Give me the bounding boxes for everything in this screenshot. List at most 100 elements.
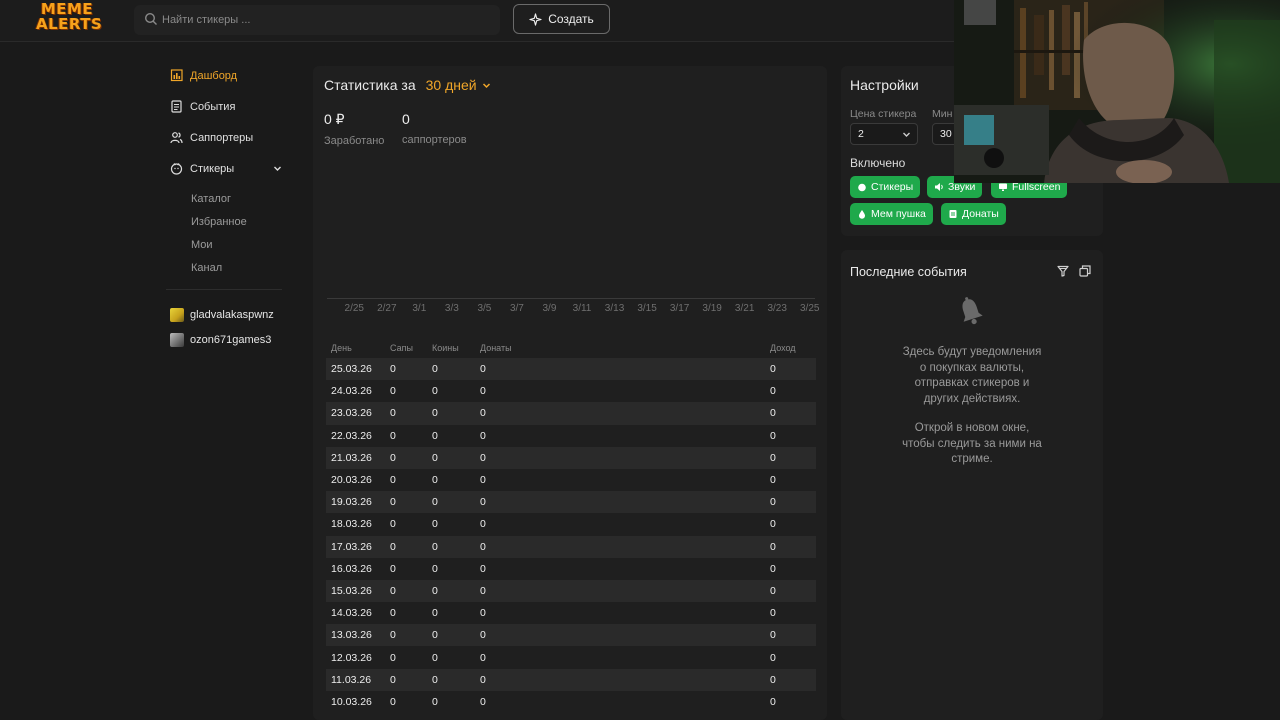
cell-income: 0: [770, 407, 776, 420]
statistics-card: Статистика за 30 дней 0 ₽ Заработано 0 с…: [313, 66, 827, 720]
earned-kpi: 0 ₽ Заработано: [324, 111, 384, 147]
sticker-icon: [858, 183, 866, 192]
cell-day: 14.03.26: [331, 607, 372, 620]
cell-saps: 0: [390, 695, 396, 708]
channel-item[interactable]: gladvalakaspwnz: [166, 302, 282, 327]
x-tick-label: 3/11: [572, 303, 592, 314]
cell-saps: 0: [390, 407, 396, 420]
create-button[interactable]: Создать: [513, 4, 610, 34]
col-coins: Коины: [432, 343, 459, 353]
cell-income: 0: [770, 496, 776, 509]
cell-income: 0: [770, 629, 776, 642]
toggle-stickers[interactable]: Стикеры: [850, 176, 921, 198]
table-row: 24.03.26 0 0 0 0: [326, 380, 816, 402]
hint-line: стриме.: [951, 453, 993, 465]
open-window-icon[interactable]: [1079, 265, 1091, 277]
cell-saps: 0: [390, 496, 396, 509]
empty-state-hint: Открой в новом окне, чтобы следить за ни…: [881, 421, 1063, 468]
search-input[interactable]: [162, 5, 492, 35]
sidebar-item-label: Саппортеры: [190, 131, 254, 144]
table-row: 19.03.26 0 0 0 0: [326, 491, 816, 514]
empty-line: Здесь будут уведомления: [902, 346, 1042, 358]
settings-title: Настройки: [850, 77, 919, 93]
table-row: 13.03.26 0 0 0 0: [326, 624, 816, 647]
cell-income: 0: [770, 518, 776, 531]
cell-income: 0: [770, 429, 776, 442]
cell-coins: 0: [432, 584, 438, 597]
sidebar-subitem-favorites[interactable]: Избранное: [166, 211, 282, 234]
toggle-meme-cannon[interactable]: Мем пушка: [850, 203, 933, 225]
x-tick-label: 3/21: [734, 303, 755, 314]
cell-day: 24.03.26: [331, 385, 372, 398]
empty-line: отправках стикеров и: [914, 377, 1030, 389]
webcam-overlay: [954, 0, 1280, 183]
cell-day: 11.03.26: [331, 673, 372, 686]
sidebar-item-supporters[interactable]: Саппортеры: [166, 122, 282, 153]
cell-coins: 0: [432, 451, 438, 464]
statistics-header: Статистика за 30 дней: [324, 77, 491, 93]
search-icon: [144, 12, 157, 25]
drop-icon: [859, 210, 865, 219]
cell-saps: 0: [390, 629, 396, 642]
meme-alerts-logo[interactable]: MEME ALERTS: [36, 2, 102, 36]
col-saps: Сапы: [390, 343, 413, 353]
table-row: 12.03.26 0 0 0 0: [326, 646, 816, 668]
x-tick-label: 2/25: [344, 303, 364, 314]
cell-donations: 0: [480, 407, 486, 420]
cell-income: 0: [770, 695, 776, 708]
sidebar-item-label: Дашборд: [190, 69, 238, 82]
cell-donations: 0: [480, 673, 486, 686]
cell-day: 20.03.26: [331, 474, 372, 487]
sidebar-subitem-catalog[interactable]: Каталог: [166, 188, 282, 211]
cell-donations: 0: [480, 540, 486, 553]
sidebar-item-dashboard[interactable]: Дашборд: [166, 60, 282, 91]
cell-donations: 0: [480, 496, 486, 509]
filter-icon[interactable]: [1057, 265, 1069, 277]
empty-line: о покупках валюты,: [919, 361, 1025, 374]
table-row: 22.03.26 0 0 0 0: [326, 425, 816, 447]
cell-coins: 0: [432, 540, 438, 553]
cell-coins: 0: [432, 518, 438, 531]
x-tick-label: 3/13: [604, 303, 625, 314]
cell-saps: 0: [390, 363, 396, 376]
cell-saps: 0: [390, 385, 396, 398]
cell-saps: 0: [390, 451, 396, 464]
min-value: 30: [940, 128, 952, 140]
cell-coins: 0: [432, 474, 438, 487]
toggle-label: Мем пушка: [871, 208, 926, 220]
sticker-price-label: Цена стикера: [850, 108, 917, 120]
sidebar-item-events[interactable]: События: [166, 91, 282, 122]
cell-donations: 0: [480, 451, 486, 464]
sticker-price-select[interactable]: 2: [850, 123, 918, 145]
sidebar-item-stickers[interactable]: Стикеры: [166, 153, 282, 184]
supporters-label: саппортеров: [402, 134, 467, 146]
cell-coins: 0: [432, 429, 438, 442]
cell-donations: 0: [480, 429, 486, 442]
sidebar-subitem-channel[interactable]: Канал: [166, 257, 282, 280]
x-tick-label: 3/3: [444, 303, 459, 314]
cell-donations: 0: [480, 651, 486, 664]
table-row: 20.03.26 0 0 0 0: [326, 469, 816, 491]
x-tick-label: 3/5: [477, 303, 492, 314]
cell-coins: 0: [432, 385, 438, 398]
cell-day: 15.03.26: [331, 584, 372, 597]
sidebar-subitem-mine[interactable]: Мои: [166, 234, 282, 257]
stats-table: День Сапы Коины Донаты Доход 25.03.26 0 0 0…: [326, 338, 816, 713]
x-tick-label: 3/19: [702, 303, 722, 314]
toggle-donations[interactable]: Донаты: [941, 203, 1006, 225]
cell-donations: 0: [480, 695, 486, 708]
chevron-down-icon[interactable]: [273, 164, 282, 173]
channel-item[interactable]: ozon671games3: [166, 327, 282, 352]
avatar: [170, 332, 184, 347]
table-row: 23.03.26 0 0 0 0: [326, 402, 816, 425]
chart-x-axis: [327, 298, 815, 299]
recent-events-card: Последние события Здесь будут уведомлени…: [841, 250, 1103, 720]
cell-donations: 0: [480, 518, 486, 531]
cell-donations: 0: [480, 385, 486, 398]
speaker-icon: [935, 183, 943, 191]
webcam-image: [954, 0, 1280, 183]
cell-day: 19.03.26: [331, 496, 372, 509]
cell-income: 0: [770, 363, 776, 376]
empty-state-message: Здесь будут уведомления о покупках валют…: [881, 345, 1063, 407]
period-dropdown[interactable]: 30 дней: [426, 77, 491, 93]
